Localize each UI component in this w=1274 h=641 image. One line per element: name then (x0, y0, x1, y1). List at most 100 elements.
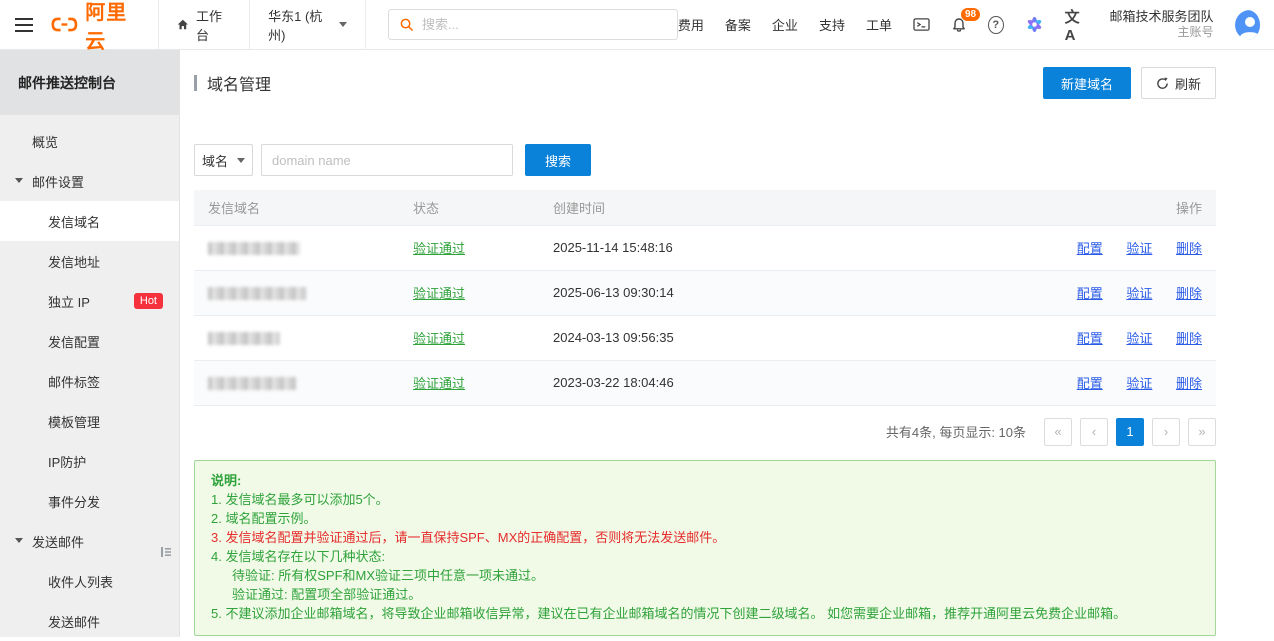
delete-link[interactable]: 删除 (1176, 241, 1202, 256)
sidebar-item-label: IP防护 (48, 454, 87, 470)
verify-link[interactable]: 验证 (1126, 286, 1152, 301)
aliyun-logo[interactable]: 阿里云 (47, 0, 158, 54)
caret-down-icon (15, 178, 23, 187)
topbar-nav: 费用 备案 企业 支持 工单 98 ? 文A 邮箱技术服务团队 主账号 (678, 6, 1261, 44)
pagination-summary: 共有4条, 每页显示: 10条 (885, 425, 1026, 440)
sidebar-item-event-distribution[interactable]: 事件分发 (0, 481, 179, 521)
page-title: 域名管理 (207, 77, 272, 94)
pinwheel-icon[interactable] (1025, 15, 1044, 34)
refresh-icon (1157, 76, 1168, 89)
nav-tickets[interactable]: 工单 (866, 15, 892, 34)
status-link[interactable]: 验证通过 (413, 331, 465, 346)
sidebar-item-dedicated-ip[interactable]: 独立 IP Hot (0, 281, 179, 321)
console-icon[interactable] (913, 17, 930, 32)
created-cell: 2024-03-13 09:56:35 (539, 315, 966, 361)
notice-title: 说明: (211, 472, 242, 488)
created-cell: 2025-11-14 15:48:16 (539, 225, 966, 271)
refresh-label: 刷新 (1174, 76, 1201, 92)
nav-support[interactable]: 支持 (819, 15, 845, 34)
account-role: 主账号 (1177, 25, 1214, 40)
delete-link[interactable]: 删除 (1176, 286, 1202, 301)
region-selector[interactable]: 华东1 (杭州) (249, 0, 366, 50)
configure-link[interactable]: 配置 (1077, 241, 1103, 256)
status-link[interactable]: 验证通过 (413, 286, 465, 301)
caret-down-icon (15, 538, 23, 547)
sidebar-group-label: 发送邮件 (32, 534, 85, 550)
delete-link[interactable]: 删除 (1176, 376, 1202, 391)
nav-enterprise[interactable]: 企业 (772, 15, 798, 34)
bell-icon[interactable]: 98 (951, 6, 982, 33)
sidebar-item-sending-domains[interactable]: 发信域名 (0, 201, 179, 241)
notice-line: 待验证: 所有权SPF和MX验证三项中任意一项未通过。 (232, 567, 545, 583)
page-1-button[interactable]: 1 (1116, 417, 1144, 446)
search-button[interactable]: 搜索 (525, 144, 592, 176)
verify-link[interactable]: 验证 (1126, 331, 1152, 346)
sidebar-item-sender-addresses[interactable]: 发信地址 (0, 241, 179, 281)
prev-page-button[interactable]: ‹ (1080, 417, 1108, 446)
page-header: 域名管理 新建域名 刷新 (194, 50, 1216, 116)
filter-field-value: 域名 (202, 153, 229, 169)
account-info[interactable]: 邮箱技术服务团队 主账号 (1110, 9, 1214, 40)
sidebar-item-ip-protection[interactable]: IP防护 (0, 441, 179, 481)
search-input[interactable] (421, 17, 667, 32)
created-cell: 2023-03-22 18:04:46 (539, 360, 966, 406)
next-page-button[interactable]: › (1152, 417, 1180, 446)
domain-name-input[interactable] (261, 144, 513, 176)
sidebar-collapse-handle[interactable] (156, 542, 176, 565)
topbar: 阿里云 工作台 华东1 (杭州) 费用 备案 企业 支持 工单 (0, 0, 1274, 53)
column-actions: 操作 (966, 190, 1216, 226)
sidebar-item-label: 发信域名 (48, 214, 101, 230)
status-link[interactable]: 验证通过 (413, 241, 465, 256)
domain-redacted-block (208, 287, 306, 301)
sidebar-group-mail-settings[interactable]: 邮件设置 (0, 161, 179, 201)
column-status: 状态 (399, 190, 539, 226)
workbench-button[interactable]: 工作台 (158, 0, 249, 50)
region-label: 华东1 (杭州) (268, 8, 323, 43)
sidebar-item-mail-tags[interactable]: 邮件标签 (0, 361, 179, 401)
column-created: 创建时间 (539, 190, 966, 226)
sidebar-item-recipient-lists[interactable]: 收件人列表 (0, 561, 179, 601)
verify-link[interactable]: 验证 (1126, 241, 1152, 256)
notification-badge: 98 (959, 6, 982, 22)
console-title: 邮件推送控制台 (0, 50, 179, 115)
sidebar-group-label: 邮件设置 (32, 174, 85, 190)
account-team: 邮箱技术服务团队 (1109, 8, 1214, 24)
sidebar-group-send-mail[interactable]: 发送邮件 (0, 521, 179, 561)
configure-link[interactable]: 配置 (1077, 331, 1103, 346)
sidebar: 邮件推送控制台 概览 邮件设置 发信域名 发信地址 独立 IP Hot 发信配置 … (0, 50, 180, 637)
domain-redacted-block (208, 377, 296, 391)
nav-icp[interactable]: 备案 (725, 15, 751, 34)
notice-line: 2. 域名配置示例。 (211, 510, 317, 526)
help-icon[interactable]: ? (987, 15, 1004, 34)
delete-link[interactable]: 删除 (1176, 331, 1202, 346)
sidebar-item-sending-config[interactable]: 发信配置 (0, 321, 179, 361)
sidebar-item-send-mail[interactable]: 发送邮件 (0, 601, 179, 641)
sidebar-item-template-management[interactable]: 模板管理 (0, 401, 179, 441)
hamburger-menu-icon[interactable] (0, 0, 47, 50)
configure-link[interactable]: 配置 (1077, 376, 1103, 391)
status-link[interactable]: 验证通过 (413, 376, 465, 391)
new-domain-button[interactable]: 新建域名 (1042, 67, 1131, 99)
translate-icon[interactable]: 文A (1065, 6, 1087, 44)
table-row: 验证通过 2024-03-13 09:56:35 配置 验证 删除 (194, 315, 1216, 361)
sidebar-item-label: 模板管理 (48, 414, 101, 430)
filter-field-select[interactable]: 域名 (194, 144, 253, 176)
configure-link[interactable]: 配置 (1077, 286, 1103, 301)
domains-table: 发信域名 状态 创建时间 操作 验证通过 2025-11-14 15:48:16… (194, 190, 1216, 406)
table-row: 验证通过 2025-06-13 09:30:14 配置 验证 删除 (194, 270, 1216, 316)
sidebar-item-overview[interactable]: 概览 (0, 121, 179, 161)
column-domain: 发信域名 (194, 190, 399, 226)
sidebar-item-label: 发信地址 (48, 254, 101, 270)
nav-expenses[interactable]: 费用 (678, 15, 704, 34)
verify-link[interactable]: 验证 (1126, 376, 1152, 391)
chevron-down-icon (338, 22, 347, 31)
avatar[interactable] (1234, 9, 1261, 40)
table-row: 验证通过 2025-11-14 15:48:16 配置 验证 删除 (194, 225, 1216, 271)
last-page-button[interactable]: » (1188, 417, 1216, 446)
refresh-button[interactable]: 刷新 (1140, 67, 1216, 99)
main-content: 域名管理 新建域名 刷新 域名 搜索 (180, 50, 1274, 637)
pagination: 共有4条, 每页显示: 10条 « ‹ 1 › » (194, 406, 1216, 458)
sidebar-item-label: 发信配置 (48, 334, 101, 350)
sidebar-item-label: 事件分发 (48, 494, 101, 510)
first-page-button[interactable]: « (1044, 417, 1072, 446)
